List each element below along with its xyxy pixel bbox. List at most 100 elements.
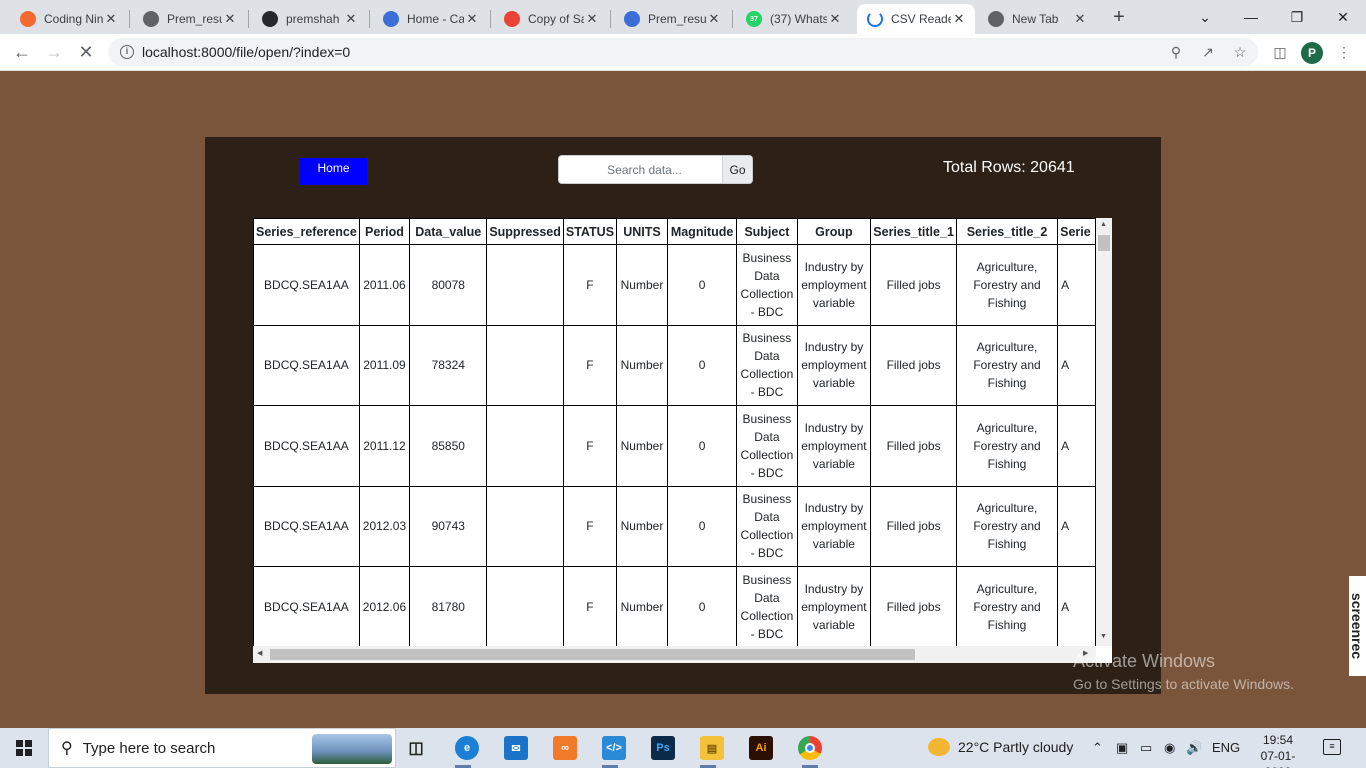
address-bar[interactable]: i localhost:8000/file/open/?index=0 [108,38,1258,66]
column-header[interactable]: Series_title_1 [870,218,957,245]
table-cell: Agriculture, Forestry and Fishing [955,244,1059,326]
column-header[interactable]: Data_value [409,218,488,245]
meet-icon[interactable]: ▣ [1116,740,1128,756]
table-cell: 85850 [409,405,488,487]
browser-tab[interactable]: Home - Ca ✕ [373,4,488,34]
minimize-button[interactable]: — [1228,0,1274,34]
table-cell: 0 [666,566,738,646]
windows-start-icon[interactable] [16,740,32,756]
back-arrow-icon[interactable]: ← [10,40,34,64]
close-tab-icon[interactable]: ✕ [103,11,119,27]
column-header[interactable]: Period [358,218,411,245]
column-header[interactable]: Group [796,218,872,245]
close-tab-icon[interactable]: ✕ [222,11,238,27]
table-cell: A [1057,566,1096,646]
close-tab-icon[interactable]: ✕ [1072,11,1088,27]
browser-tab[interactable]: CSV Reade ✕ [857,4,975,34]
chrome-icon[interactable] [798,736,822,760]
go-button[interactable]: Go [722,156,752,183]
system-clock[interactable]: 19:54 07-01-2023 [1250,732,1306,768]
postman-icon[interactable]: ∞ [553,736,577,760]
photoshop-icon[interactable]: Ps [651,736,675,760]
close-tab-icon[interactable]: ✕ [827,11,843,27]
tab-search-chevron-icon[interactable]: ⌄ [1182,0,1228,34]
table-row: BDCQ.SEA1AA 2012.06 81780 F Number 0 Business … [253,566,1096,646]
vertical-scrollbar[interactable]: ▲ ▼ [1096,218,1112,646]
stop-loading-icon[interactable]: ✕ [74,40,98,64]
screenrec-widget[interactable]: screenrec [1349,576,1366,676]
vertical-scroll-thumb[interactable] [1098,235,1110,251]
edge-icon[interactable]: e [455,736,479,760]
activate-windows-watermark: Activate Windows Go to Settings to activ… [1073,651,1294,692]
battery-icon[interactable]: ▭ [1140,740,1152,756]
mail-icon[interactable]: ✉ [504,736,528,760]
table-cell: 90743 [409,485,488,567]
search-input[interactable] [559,156,722,183]
table-cell: 2012.06 [358,566,411,646]
column-header[interactable]: Serie [1057,218,1096,245]
table-cell: 2012.03 [358,485,411,567]
table-row: BDCQ.SEA1AA 2011.06 80078 F Number 0 Business … [253,244,1096,326]
table-scroll-area[interactable]: Series_reference Period Data_value Suppress… [253,218,1096,646]
clock-time: 19:54 [1262,733,1294,747]
table-cell: A [1057,324,1096,406]
column-header[interactable]: STATUS [562,218,618,245]
close-tab-icon[interactable]: ✕ [584,11,600,27]
weather-widget[interactable]: 22°C Partly cloudy [928,738,1073,756]
restore-button[interactable]: ❐ [1274,0,1320,34]
data-table-container: Series_reference Period Data_value Suppress… [253,218,1112,663]
scroll-down-arrow-icon[interactable]: ▼ [1100,633,1107,640]
kebab-menu-icon[interactable]: ⋮ [1334,42,1354,62]
column-header[interactable]: UNITS [616,218,668,245]
table-cell: 0 [666,324,738,406]
table-cell: Agriculture, Forestry and Fishing [955,485,1059,567]
column-header[interactable]: Suppressed [486,218,564,245]
browser-tab[interactable]: Prem_resu ✕ [614,4,730,34]
table-cell: Filled jobs [870,566,957,646]
horizontal-scroll-thumb[interactable] [270,649,915,660]
tray-overflow-chevron-icon[interactable]: ⌃ [1092,740,1103,756]
close-tab-icon[interactable]: ✕ [343,11,359,27]
close-tab-icon[interactable]: ✕ [464,11,480,27]
scroll-up-arrow-icon[interactable]: ▲ [1100,221,1107,228]
tab-title: Coding Nin [44,12,103,26]
home-button[interactable]: Home [300,158,367,185]
side-panel-icon[interactable]: ◫ [1270,42,1290,62]
activate-windows-title: Activate Windows [1073,651,1216,671]
column-header[interactable]: Magnitude [666,218,738,245]
column-header[interactable]: Series_title_2 [955,218,1059,245]
browser-tab[interactable]: New Tab ✕ [978,4,1096,34]
table-cell: A [1057,405,1096,487]
share-icon[interactable]: ↗ [1198,42,1218,62]
wifi-icon[interactable]: ◉ [1164,740,1175,756]
github-icon [262,11,278,27]
column-header[interactable]: Series_reference [253,218,360,245]
table-cell: Filled jobs [870,324,957,406]
file-explorer-icon[interactable]: ▤ [700,736,724,760]
zoom-icon[interactable]: ⚲ [1166,42,1186,62]
browser-tab[interactable]: Copy of Sa ✕ [494,4,608,34]
table-cell: Industry by employment variable [796,566,872,646]
forward-arrow-icon[interactable]: → [42,40,66,64]
horizontal-scrollbar[interactable]: ◀ ▶ [253,646,1096,663]
task-view-icon[interactable]: ◫ [404,736,428,760]
browser-tab[interactable]: Prem_resu ✕ [133,4,246,34]
vscode-icon[interactable]: </> [602,736,626,760]
browser-tab[interactable]: Coding Nin ✕ [10,4,127,34]
close-tab-icon[interactable]: ✕ [706,11,722,27]
illustrator-icon[interactable]: Ai [749,736,773,760]
language-indicator[interactable]: ENG [1212,740,1240,755]
bookmark-star-icon[interactable]: ☆ [1230,42,1250,62]
close-tab-icon[interactable]: ✕ [951,11,967,27]
column-header[interactable]: Subject [736,218,798,245]
browser-tab[interactable]: 37 (37) Whats ✕ [736,4,851,34]
scroll-left-arrow-icon[interactable]: ◀ [257,649,262,657]
site-info-icon[interactable]: i [120,45,134,59]
volume-icon[interactable]: 🔊 [1186,740,1202,756]
tab-separator [248,10,249,28]
notification-center-icon[interactable]: ≡ [1323,739,1341,755]
browser-tab[interactable]: premshah ✕ [252,4,367,34]
new-tab-button[interactable]: + [1108,6,1130,28]
close-window-button[interactable]: ✕ [1320,0,1366,34]
profile-avatar[interactable]: P [1301,42,1323,64]
